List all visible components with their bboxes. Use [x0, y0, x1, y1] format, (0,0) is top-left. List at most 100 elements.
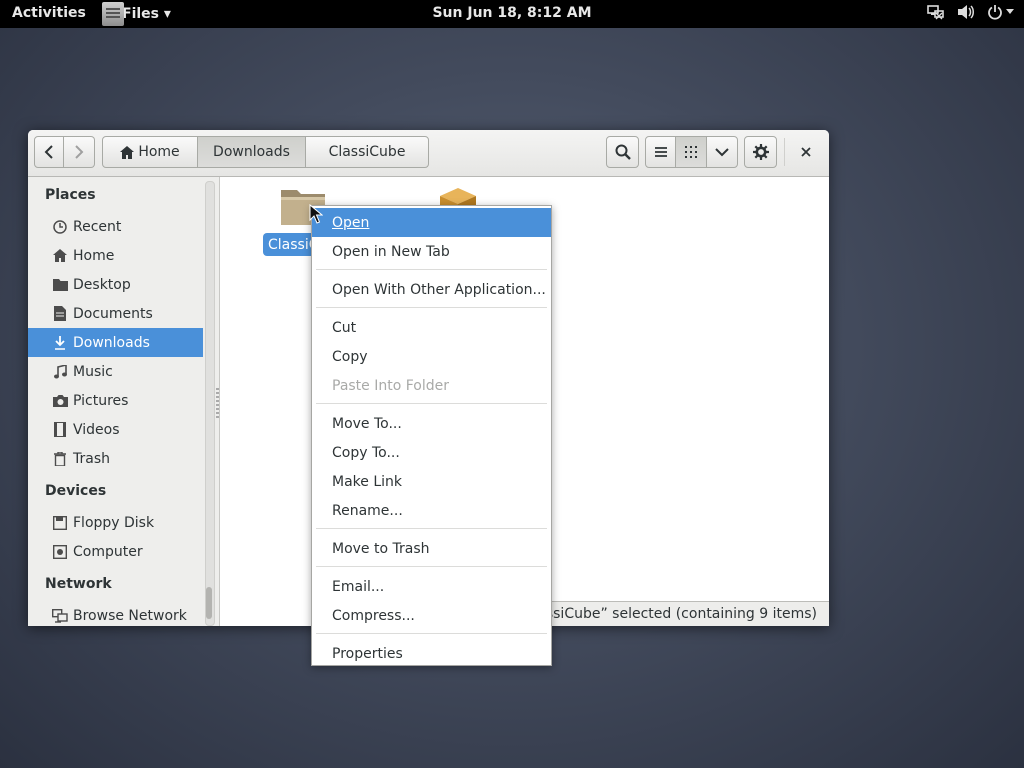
film-icon [52, 422, 68, 438]
menu-item-rename[interactable]: Rename... [312, 496, 551, 525]
floppy-icon [52, 515, 68, 531]
search-icon [615, 144, 631, 160]
power-menu-icon[interactable] [987, 4, 1014, 20]
breadcrumb-label: Home [138, 144, 180, 160]
sidebar-item-pictures[interactable]: Pictures [28, 386, 203, 415]
sidebar-item-browse-network[interactable]: Browse Network [28, 601, 203, 626]
computer-icon [52, 544, 68, 560]
breadcrumb-label: ClassiCube [328, 144, 406, 160]
volume-icon[interactable] [957, 4, 975, 20]
app-menu-label: Files ▾ [122, 6, 171, 22]
sidebar: Places Recent Home Desktop Documents Dow… [28, 177, 220, 626]
sidebar-item-floppy-disk[interactable]: Floppy Disk [28, 508, 203, 537]
sidebar-scrollbar[interactable] [205, 181, 215, 626]
menu-item-label: Open in New Tab [332, 243, 450, 260]
close-button[interactable] [791, 136, 821, 168]
network-status-icon[interactable] [927, 4, 945, 20]
menu-item-label: Copy To... [332, 444, 400, 461]
camera-icon [52, 393, 68, 409]
menu-item-label: Email... [332, 578, 385, 595]
breadcrumb-home[interactable]: Home [102, 136, 198, 168]
menu-item-open-with-other-application[interactable]: Open With Other Application... [312, 275, 551, 304]
menu-item-open-in-new-tab[interactable]: Open in New Tab [312, 237, 551, 266]
sidebar-item-videos[interactable]: Videos [28, 415, 203, 444]
sidebar-item-trash[interactable]: Trash [28, 444, 203, 473]
status-bar: lassiCube” selected (containing 9 items) [526, 601, 829, 626]
pane-resize-handle[interactable] [216, 388, 219, 418]
chevron-left-icon [44, 145, 53, 159]
chevron-right-icon [75, 145, 84, 159]
sidebar-item-documents[interactable]: Documents [28, 299, 203, 328]
files-app-icon [102, 2, 124, 26]
menu-item-move-to-trash[interactable]: Move to Trash [312, 534, 551, 563]
sidebar-item-label: Trash [73, 450, 110, 467]
grid-view-button[interactable] [675, 136, 707, 168]
menu-separator [316, 403, 547, 404]
sidebar-item-label: Videos [73, 421, 120, 438]
home-icon [120, 145, 135, 159]
menu-item-label: Copy [332, 348, 368, 365]
menu-item-label: Move To... [332, 415, 402, 432]
menu-item-move-to[interactable]: Move To... [312, 409, 551, 438]
view-options-button[interactable] [706, 136, 738, 168]
mouse-pointer-icon [309, 204, 323, 224]
gear-icon [752, 144, 769, 160]
menu-item-label: Cut [332, 319, 357, 336]
breadcrumb-downloads[interactable]: Downloads [197, 136, 306, 168]
sidebar-item-label: Desktop [73, 276, 131, 293]
sidebar-item-label: Music [73, 363, 113, 380]
menu-item-label: Make Link [332, 473, 402, 490]
grid-view-icon [685, 146, 697, 158]
clock-icon [52, 219, 68, 235]
menu-item-label: Paste Into Folder [332, 377, 450, 394]
sidebar-scrollbar-thumb[interactable] [206, 587, 212, 619]
forward-button[interactable] [64, 136, 95, 168]
menu-item-properties[interactable]: Properties [312, 639, 551, 668]
sidebar-section-network: Network [45, 576, 112, 592]
header-separator [784, 138, 785, 166]
app-menu[interactable]: Files ▾ [102, 0, 171, 28]
menu-item-label: Compress... [332, 607, 415, 624]
sidebar-item-label: Downloads [73, 334, 150, 351]
sidebar-item-desktop[interactable]: Desktop [28, 270, 203, 299]
music-icon [52, 364, 68, 380]
menu-item-compress[interactable]: Compress... [312, 601, 551, 630]
trash-icon [52, 451, 68, 467]
menu-item-email[interactable]: Email... [312, 572, 551, 601]
sidebar-item-downloads[interactable]: Downloads [28, 328, 203, 357]
download-icon [52, 335, 68, 351]
menu-separator [316, 633, 547, 634]
breadcrumb-label: Downloads [213, 144, 290, 160]
menu-item-copy-to[interactable]: Copy To... [312, 438, 551, 467]
context-menu: Open Open in New Tab Open With Other App… [311, 205, 552, 666]
sidebar-item-label: Browse Network [73, 607, 187, 624]
chevron-down-icon [715, 148, 729, 157]
search-button[interactable] [606, 136, 639, 168]
back-button[interactable] [34, 136, 64, 168]
clock[interactable]: Sun Jun 18, 8:12 AM [432, 5, 591, 21]
sidebar-item-home[interactable]: Home [28, 241, 203, 270]
sidebar-section-places: Places [45, 187, 96, 203]
sidebar-item-label: Recent [73, 218, 122, 235]
network-icon [52, 608, 68, 624]
list-view-icon [654, 147, 667, 157]
breadcrumb-classicube[interactable]: ClassiCube [305, 136, 429, 168]
list-view-button[interactable] [645, 136, 676, 168]
sidebar-item-music[interactable]: Music [28, 357, 203, 386]
sidebar-item-label: Computer [73, 543, 143, 560]
settings-button[interactable] [744, 136, 777, 168]
menu-item-copy[interactable]: Copy [312, 342, 551, 371]
menu-separator [316, 269, 547, 270]
sidebar-item-label: Documents [73, 305, 153, 322]
header-bar: Home Downloads ClassiCube [28, 130, 829, 177]
sidebar-item-label: Floppy Disk [73, 514, 155, 531]
sidebar-item-recent[interactable]: Recent [28, 212, 203, 241]
sidebar-item-label: Home [73, 247, 115, 264]
menu-item-label: Properties [332, 645, 403, 662]
activities-button[interactable]: Activities [12, 5, 86, 21]
menu-item-cut[interactable]: Cut [312, 313, 551, 342]
sidebar-item-computer[interactable]: Computer [28, 537, 203, 566]
menu-item-label: Move to Trash [332, 540, 430, 557]
menu-item-open[interactable]: Open [312, 208, 551, 237]
menu-item-make-link[interactable]: Make Link [312, 467, 551, 496]
